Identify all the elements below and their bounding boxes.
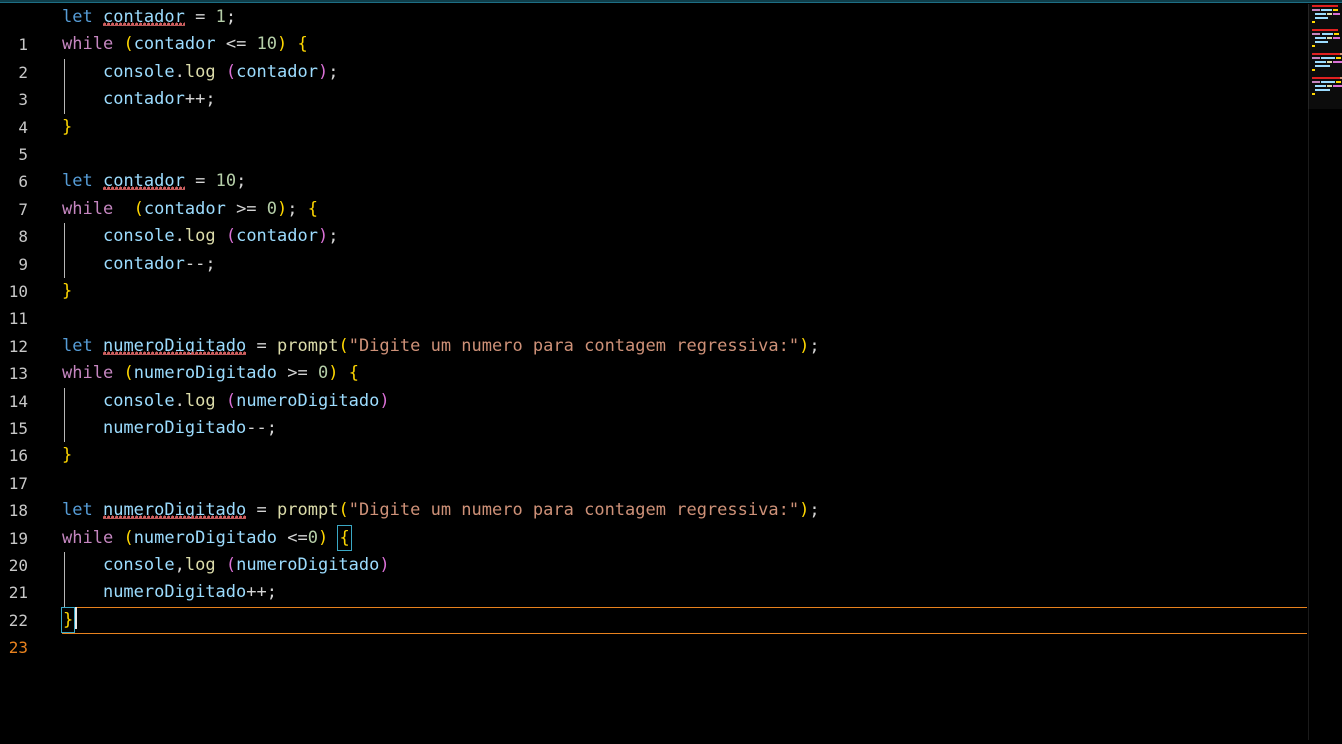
code-line: 10 contador--;: [0, 250, 1310, 301]
line-content[interactable]: while (numeroDigitado <=0) {: [62, 524, 352, 552]
line-content[interactable]: let contador = 1;: [62, 4, 236, 31]
code-line: 2 while (contador <= 10) {: [0, 31, 1310, 81]
code-line: 3 console.log (contador);: [0, 58, 1310, 109]
code-line: 15 console.log (numeroDigitado): [0, 387, 1310, 438]
current-line-highlight: [62, 606, 1307, 635]
line-content[interactable]: contador--;: [62, 251, 216, 278]
line-content[interactable]: while (numeroDigitado >= 0) {: [62, 360, 359, 387]
bracket-match-open: {: [337, 524, 352, 551]
bracket-match-close: }: [60, 606, 76, 633]
editor-top-accent-bar: [0, 0, 1342, 3]
line-content[interactable]: }: [62, 442, 72, 469]
code-line: 12: [0, 305, 1310, 356]
line-content[interactable]: console,log (numeroDigitado): [62, 552, 390, 579]
code-line: 8 while (contador >= 0); {: [0, 196, 1310, 246]
code-line: 7 let contador = 10;: [0, 168, 1310, 218]
code-line: 20 while (numeroDigitado <=0) {: [0, 524, 1310, 575]
line-content[interactable]: let numeroDigitado = prompt("Digite um n…: [62, 497, 820, 524]
prompt-string-literal: Digite um numero para contagem regressiv…: [358, 500, 789, 521]
line-content[interactable]: }: [62, 114, 72, 141]
code-line: 13 let numeroDigitado = prompt("Digite u…: [0, 333, 1310, 383]
line-content[interactable]: console.log (contador);: [62, 223, 339, 250]
minimap[interactable]: [1308, 4, 1342, 740]
line-content[interactable]: let contador = 10;: [62, 168, 246, 195]
code-editor[interactable]: 1 let contador = 1; 2 while (contador <=…: [0, 0, 1342, 740]
line-content[interactable]: }: [60, 606, 78, 634]
line-content[interactable]: while (contador >= 0); {: [62, 196, 318, 223]
code-line: 4 contador++;: [0, 86, 1310, 137]
line-content[interactable]: while (contador <= 10) {: [62, 31, 308, 58]
line-content[interactable]: numeroDigitado++;: [62, 579, 277, 606]
line-number-active: 23: [8, 638, 28, 658]
code-line: 14 while (numeroDigitado >= 0) {: [0, 360, 1310, 410]
code-line: 11 }: [0, 278, 1310, 328]
code-line: 22 numeroDigitado++;: [0, 579, 1310, 630]
code-line: 18: [0, 470, 1310, 520]
text-cursor: [75, 606, 78, 629]
code-line: 1 let contador = 1;: [0, 4, 1310, 54]
code-line: 9 console.log (contador);: [0, 223, 1310, 274]
minimap-line: [1308, 92, 1342, 96]
code-line: 17 }: [0, 442, 1310, 492]
code-line: 5 }: [0, 114, 1310, 164]
line-content[interactable]: let numeroDigitado = prompt("Digite um n…: [62, 333, 820, 360]
minimap-left-edge: [1308, 4, 1309, 740]
code-line: 16 numeroDigitado--;: [0, 415, 1310, 465]
code-content-area[interactable]: 1 let contador = 1; 2 while (contador <=…: [0, 4, 1310, 740]
line-content[interactable]: }: [62, 278, 72, 305]
line-content[interactable]: numeroDigitado--;: [62, 415, 277, 442]
code-line: 6: [0, 141, 1310, 191]
code-line-active: 23 }: [0, 606, 1310, 657]
code-line: 21 console,log (numeroDigitado): [0, 552, 1310, 602]
code-line: 19 let numeroDigitado = prompt("Digite u…: [0, 497, 1310, 547]
prompt-string-literal: Digite um numero para contagem regressiv…: [358, 335, 789, 356]
line-content[interactable]: console.log (contador);: [62, 59, 339, 86]
line-content[interactable]: console.log (numeroDigitado): [62, 388, 390, 415]
line-content[interactable]: contador++;: [62, 86, 216, 113]
